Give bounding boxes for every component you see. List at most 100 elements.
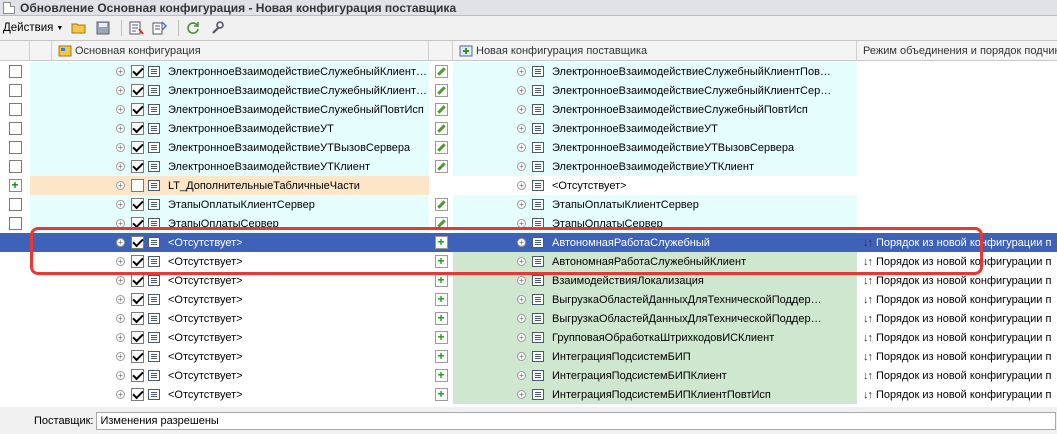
main-config-cell[interactable]: + ЭлектронноеВзаимодействиеСлужебныйКлие… xyxy=(30,81,429,100)
row-check-cell[interactable] xyxy=(0,81,30,100)
merge-action-cell[interactable] xyxy=(429,328,453,347)
merge-action-cell[interactable] xyxy=(429,157,453,176)
add-icon[interactable] xyxy=(434,236,448,249)
main-config-cell[interactable]: + <Отсутствует> xyxy=(30,309,429,328)
row-check-cell[interactable] xyxy=(0,328,30,347)
expand-icon[interactable]: + xyxy=(517,181,526,190)
expand-icon[interactable]: + xyxy=(517,105,526,114)
vendor-status-field[interactable]: Изменения разрешены xyxy=(96,412,1057,430)
expand-icon[interactable]: + xyxy=(116,124,125,133)
row-check-cell[interactable] xyxy=(0,138,30,157)
row-check-cell[interactable] xyxy=(0,271,30,290)
expand-icon[interactable]: + xyxy=(517,200,526,209)
main-config-cell[interactable]: + <Отсутствует> xyxy=(30,347,429,366)
merge-action-cell[interactable] xyxy=(429,385,453,404)
table-row[interactable]: + <Отсутствует> + ВзаимодействияЛокализа… xyxy=(0,271,1057,290)
main-config-cell[interactable]: + <Отсутствует> xyxy=(30,233,429,252)
row-check-cell[interactable] xyxy=(0,309,30,328)
main-config-cell[interactable]: + ЭтапыОплатыСервер xyxy=(30,214,429,233)
main-include-checkbox[interactable] xyxy=(131,217,144,230)
main-include-checkbox[interactable] xyxy=(131,388,144,401)
vendor-config-cell[interactable]: + ВыгрузкаОбластейДанныхДляТехническойПо… xyxy=(453,309,857,328)
edit-icon[interactable] xyxy=(434,160,448,173)
refresh-button[interactable] xyxy=(183,19,203,37)
expand-icon[interactable]: + xyxy=(116,143,125,152)
vendor-config-cell[interactable]: + ВзаимодействияЛокализация xyxy=(453,271,857,290)
table-row[interactable]: + <Отсутствует> + ВыгрузкаОбластейДанных… xyxy=(0,290,1057,309)
row-check-cell[interactable] xyxy=(0,157,30,176)
table-row[interactable]: + LT_ДополнительныеТабличныеЧасти + <Отс… xyxy=(0,176,1057,195)
row-checkbox[interactable] xyxy=(8,84,22,97)
expand-icon[interactable]: + xyxy=(517,162,526,171)
settings-button[interactable] xyxy=(207,19,227,37)
merge-action-cell[interactable] xyxy=(429,62,453,81)
edit-icon[interactable] xyxy=(434,122,448,135)
main-config-cell[interactable]: + ЭлектронноеВзаимодействиеУТКлиент xyxy=(30,157,429,176)
merge-action-cell[interactable] xyxy=(429,119,453,138)
merge-mode-cell[interactable]: ↓↑ Порядок из новой конфигурации п xyxy=(857,252,1057,271)
main-config-cell[interactable]: + ЭтапыОплатыКлиентСервер xyxy=(30,195,429,214)
main-include-checkbox[interactable] xyxy=(131,236,144,249)
row-check-cell[interactable] xyxy=(0,119,30,138)
main-config-cell[interactable]: + <Отсутствует> xyxy=(30,385,429,404)
main-include-checkbox[interactable] xyxy=(131,198,144,211)
table-row[interactable]: + ЭлектронноеВзаимодействиеСлужебныйКлие… xyxy=(0,62,1057,81)
main-config-cell[interactable]: + <Отсутствует> xyxy=(30,328,429,347)
main-include-checkbox[interactable] xyxy=(131,179,144,192)
expand-icon[interactable]: + xyxy=(116,200,125,209)
expand-icon[interactable]: + xyxy=(116,371,125,380)
merge-mode-cell[interactable]: ↓↑ Порядок из новой конфигурации п xyxy=(857,385,1057,404)
edit-icon[interactable] xyxy=(434,217,448,230)
expand-icon[interactable]: + xyxy=(116,67,125,76)
vendor-config-cell[interactable]: + ЭлектронноеВзаимодействиеУТ xyxy=(453,119,857,138)
open-folder-button[interactable] xyxy=(69,19,89,37)
expand-icon[interactable]: + xyxy=(517,67,526,76)
main-include-checkbox[interactable] xyxy=(131,160,144,173)
vendor-config-cell[interactable]: + ИнтеграцияПодсистемБИП xyxy=(453,347,857,366)
table-row[interactable]: + ЭлектронноеВзаимодействиеУТКлиент + Эл… xyxy=(0,157,1057,176)
edit-icon[interactable] xyxy=(434,198,448,211)
row-checkbox[interactable] xyxy=(8,198,22,211)
expand-icon[interactable]: + xyxy=(116,105,125,114)
table-row[interactable]: + ЭлектронноеВзаимодействиеУТ + Электрон… xyxy=(0,119,1057,138)
row-checkbox[interactable] xyxy=(8,217,22,230)
table-row[interactable]: + ЭлектронноеВзаимодействиеСлужебныйКлие… xyxy=(0,81,1057,100)
merge-mode-cell[interactable] xyxy=(857,176,1057,195)
main-include-checkbox[interactable] xyxy=(131,255,144,268)
merge-mode-cell[interactable]: ↓↑ Порядок из новой конфигурации п xyxy=(857,347,1057,366)
expand-icon[interactable]: + xyxy=(116,181,125,190)
header-vendor-config[interactable]: Новая конфигурация поставщика xyxy=(453,41,857,61)
expand-icon[interactable]: + xyxy=(116,352,125,361)
save-button[interactable] xyxy=(93,19,113,37)
expand-icon[interactable]: + xyxy=(517,371,526,380)
vendor-config-cell[interactable]: + ЭлектронноеВзаимодействиеУТВызовСервер… xyxy=(453,138,857,157)
merge-mode-cell[interactable] xyxy=(857,81,1057,100)
main-config-cell[interactable]: + <Отсутствует> xyxy=(30,290,429,309)
row-checkbox[interactable] xyxy=(8,122,22,135)
vendor-config-cell[interactable]: + ВыгрузкаОбластейДанныхДляТехническойПо… xyxy=(453,290,857,309)
filter-button[interactable] xyxy=(126,19,146,37)
merge-action-cell[interactable] xyxy=(429,290,453,309)
row-checkbox[interactable] xyxy=(8,141,22,154)
merge-mode-cell[interactable] xyxy=(857,119,1057,138)
report-button[interactable] xyxy=(150,19,170,37)
expand-icon[interactable]: + xyxy=(116,276,125,285)
merge-mode-cell[interactable] xyxy=(857,62,1057,81)
table-row[interactable]: + <Отсутствует> + ИнтеграцияПодсистемБИП… xyxy=(0,347,1057,366)
vendor-config-cell[interactable]: + ЭтапыОплатыСервер xyxy=(453,214,857,233)
actions-menu-button[interactable]: Действия ▼ xyxy=(3,22,63,34)
add-icon[interactable] xyxy=(434,331,448,344)
expand-icon[interactable]: + xyxy=(116,238,125,247)
merge-mode-cell[interactable]: ↓↑ Порядок из новой конфигурации п xyxy=(857,233,1057,252)
expand-icon[interactable]: + xyxy=(116,333,125,342)
main-include-checkbox[interactable] xyxy=(131,350,144,363)
row-check-cell[interactable] xyxy=(0,366,30,385)
main-config-cell[interactable]: + ЭлектронноеВзаимодействиеУТВызовСервер… xyxy=(30,138,429,157)
main-config-cell[interactable]: + <Отсутствует> xyxy=(30,366,429,385)
add-checkbox[interactable] xyxy=(8,179,22,192)
edit-icon[interactable] xyxy=(434,141,448,154)
table-row[interactable]: + <Отсутствует> + АвтономнаяРаботаСлужеб… xyxy=(0,252,1057,271)
main-config-cell[interactable]: + ЭлектронноеВзаимодействиеСлужебныйКлие… xyxy=(30,62,429,81)
main-include-checkbox[interactable] xyxy=(131,331,144,344)
table-row[interactable]: + <Отсутствует> + ГрупповаяОбработкаШтри… xyxy=(0,328,1057,347)
